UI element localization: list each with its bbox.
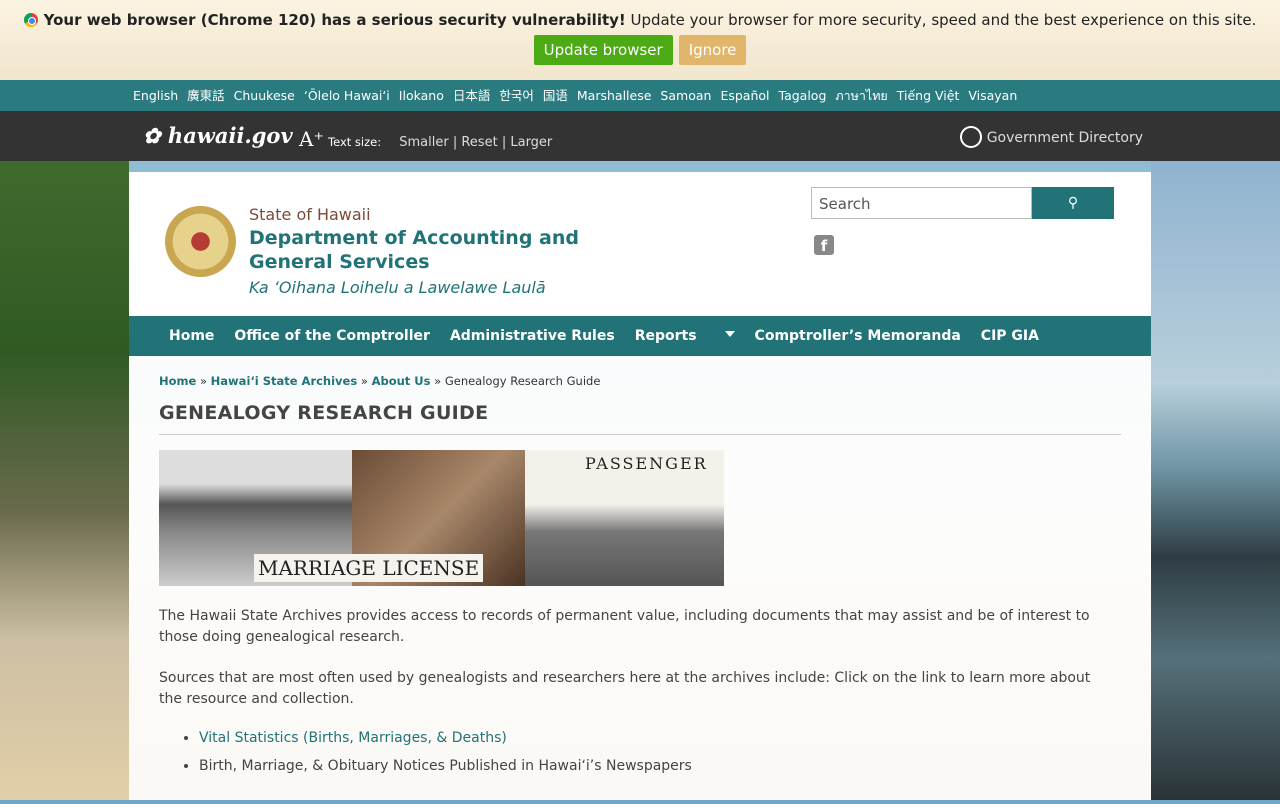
page-title: GENEALOGY RESEARCH GUIDE [159,402,1121,435]
nav-home[interactable]: Home [169,316,214,356]
hawaii-gov-logo[interactable]: ✿ hawaii.gov [143,123,293,148]
caret-down-icon [724,331,735,342]
site-header: State of Hawaii Department of Accounting… [129,172,1151,316]
lang-link[interactable]: 国语 [543,88,568,103]
search-button[interactable]: ⚲ [1032,187,1114,219]
separator: | [501,135,507,150]
gov-dir-label: Government Directory [986,130,1143,146]
lang-link[interactable]: Visayan [968,88,1017,103]
lang-link[interactable]: 日本語 [453,88,491,103]
passenger-document: PASSENGER [525,450,724,586]
warning-bold: Your web browser (Chrome 120) has a seri… [43,11,626,29]
nav-comptroller[interactable]: Office of the Comptroller [234,316,430,356]
warning-text: Update your browser for more security, s… [625,11,1257,29]
lang-link[interactable]: Tagalog [779,88,827,103]
sources-paragraph: Sources that are most often used by gene… [159,670,1091,707]
state-seal-logo[interactable] [165,206,236,277]
lang-link[interactable]: ภาษาไทย [835,88,887,103]
breadcrumb-archives[interactable]: Hawaiʻi State Archives [211,374,358,388]
genealogy-collage-image: MARRIAGE LICENSE PASSENGER [159,450,724,586]
department-name[interactable]: Department of Accounting and General Ser… [249,226,649,274]
top-bar: ✿ hawaii.gov A⁺ Text size: Smaller | Rese… [0,111,1280,161]
nav-reports[interactable]: Reports [635,316,735,356]
lang-link[interactable]: Ilokano [399,88,444,103]
lang-link[interactable]: ʻŌlelo Hawaiʻi [304,88,390,103]
text-size-icon: A⁺ [299,127,324,151]
lang-link[interactable]: Marshallese [577,88,652,103]
lang-link[interactable]: Samoan [660,88,711,103]
vital-statistics-link[interactable]: Vital Statistics (Births, Marriages, & D… [199,730,507,746]
search-input[interactable]: Search [811,187,1032,219]
lang-link[interactable]: 한국어 [499,88,534,103]
sources-list: Vital Statistics (Births, Marriages, & D… [159,730,1121,774]
separator: » [434,374,442,388]
background-right [1151,160,1280,800]
larger-link[interactable]: Larger [510,135,552,150]
state-name: State of Hawaii [249,205,371,224]
content-card: State of Hawaii Department of Accounting… [129,172,1151,800]
breadcrumb-home[interactable]: Home [159,374,196,388]
list-item: Vital Statistics (Births, Marriages, & D… [199,730,1121,746]
marriage-license-text: MARRIAGE LICENSE [254,554,484,582]
browser-warning-banner: Your web browser (Chrome 120) has a seri… [0,0,1280,80]
separator: » [360,374,368,388]
separator: | [452,135,458,150]
reset-link[interactable]: Reset [461,135,497,150]
lang-link[interactable]: Tiếng Việt [897,88,960,103]
lang-link[interactable]: Español [720,88,769,103]
hawaiian-name: Ka ʻOihana Loihelu a Lawelawe Laulā [249,278,546,297]
logo-text: hawaii.gov [167,123,293,148]
background-left [0,160,129,800]
smaller-link[interactable]: Smaller [399,135,448,150]
nav-reports-label: Reports [634,328,697,344]
main-nav: Home Office of the Comptroller Administrat… [129,316,1151,356]
nav-admin-rules[interactable]: Administrative Rules [450,316,615,356]
intro-paragraph: The Hawaii State Archives provides acces… [159,608,1090,645]
breadcrumb-current: Genealogy Research Guide [444,374,601,388]
list-item: Birth, Marriage, & Obituary Notices Publ… [199,758,1121,774]
globe-icon [959,126,982,148]
separator: » [199,374,208,388]
search-icon: ⚲ [1067,195,1079,211]
facebook-icon[interactable]: f [814,235,834,255]
breadcrumb-about[interactable]: About Us [372,374,431,388]
update-browser-button[interactable]: Update browser [533,35,673,65]
government-directory-link[interactable]: Government Directory [959,126,1143,148]
main-content: Home » Hawaiʻi State Archives » About Us… [129,356,1151,804]
nav-cip-gia[interactable]: CIP GIA [981,316,1039,356]
text-size-label: Text size: [328,135,382,149]
text-size-controls: A⁺ Text size: Smaller | Reset | Larger [299,127,552,151]
language-bar: English 廣東話 Chuukese ʻŌlelo Hawaiʻi Ilokano 日… [0,80,1280,111]
chrome-icon [23,13,38,27]
nav-memoranda[interactable]: Comptroller’s Memoranda [755,316,961,356]
lang-link[interactable]: Chuukese [234,88,295,103]
breadcrumb: Home » Hawaiʻi State Archives » About Us… [159,374,1121,388]
ship-photo: MARRIAGE LICENSE [159,450,484,586]
lang-link[interactable]: English [133,88,178,103]
lang-link[interactable]: 廣東話 [187,88,225,103]
passenger-text: PASSENGER [585,454,708,473]
ignore-button[interactable]: Ignore [678,35,747,65]
